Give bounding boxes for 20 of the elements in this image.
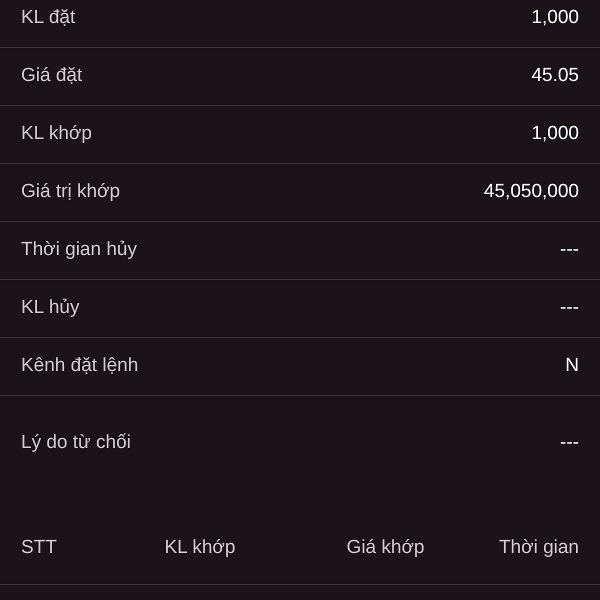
column-header: Giá khớp <box>346 536 426 560</box>
field-value: N <box>565 354 579 378</box>
field-label: Kênh đặt lệnh <box>21 354 138 378</box>
column-header: KL khớp <box>164 536 236 560</box>
field-value: 1,000 <box>531 6 579 30</box>
field-label: KL hủy <box>21 296 80 320</box>
column-header: Thời gian <box>498 536 579 560</box>
column-header: STT <box>21 536 58 560</box>
field-value: 1,000 <box>531 122 579 146</box>
field-value: 45.05 <box>531 64 579 88</box>
field-label: Lý do từ chối <box>21 430 131 455</box>
field-label: Giá trị khớp <box>21 180 120 204</box>
field-label: KL khớp <box>21 122 92 146</box>
field-value: --- <box>560 296 579 320</box>
field-value: 45,050,000 <box>484 180 579 204</box>
field-label: KL đặt <box>21 6 76 30</box>
field-label: Thời gian hủy <box>21 238 137 262</box>
field-value: --- <box>560 430 579 455</box>
field-label: Giá đặt <box>21 64 82 88</box>
field-value: --- <box>560 238 579 262</box>
